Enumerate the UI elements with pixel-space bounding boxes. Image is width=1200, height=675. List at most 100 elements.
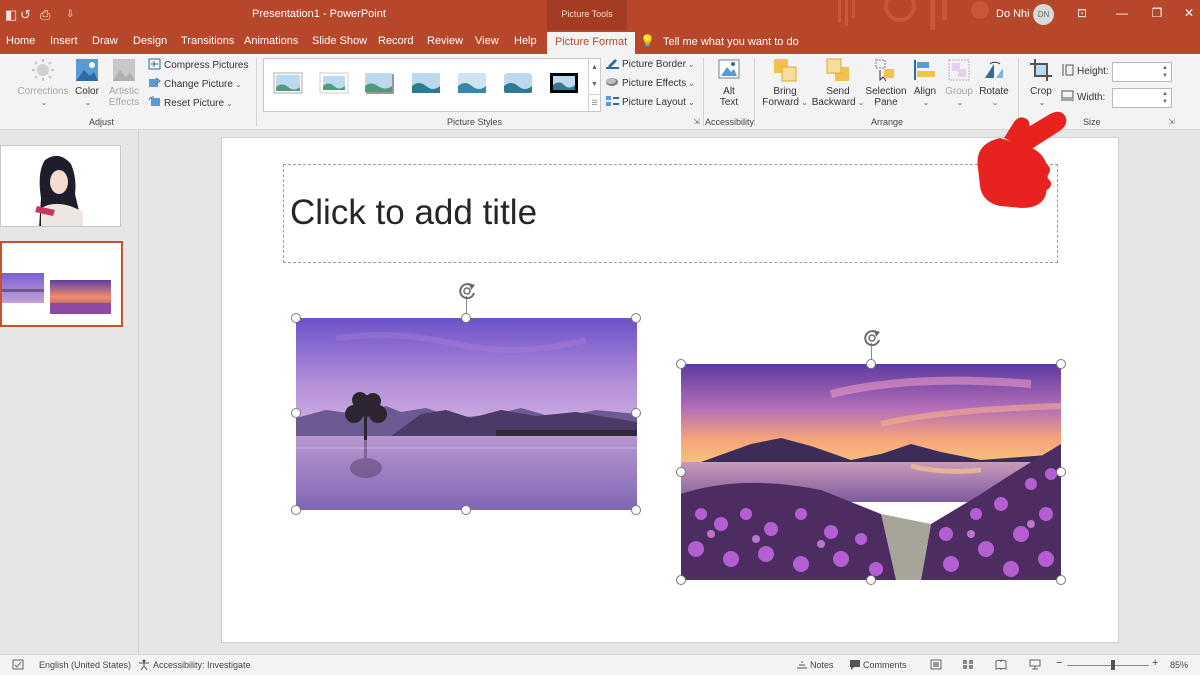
style-plain[interactable] <box>411 70 441 96</box>
compress-pictures-button[interactable]: Compress Pictures <box>148 58 248 74</box>
style-rounded[interactable] <box>503 70 533 96</box>
style-shadow[interactable] <box>364 70 394 96</box>
artistic-effects-button[interactable]: Artistic Effects <box>104 58 144 108</box>
resize-handle-top-left[interactable] <box>291 313 301 323</box>
reading-view-icon[interactable] <box>995 659 1007 670</box>
reset-picture-button[interactable]: Reset Picture ⌄ <box>148 96 233 112</box>
resize-handle-top-right[interactable] <box>631 313 641 323</box>
close-icon[interactable]: ✕ <box>1182 6 1196 20</box>
resize-handle-top-right[interactable] <box>1056 359 1066 369</box>
picture-sunset-flowers[interactable] <box>681 364 1061 580</box>
tab-record[interactable]: Record <box>378 30 413 54</box>
zoom-in-icon[interactable]: + <box>1152 657 1158 669</box>
slide-sorter-icon[interactable] <box>962 659 974 670</box>
ribbon-display-icon[interactable]: ⊡ <box>1075 6 1089 20</box>
accessibility-icon[interactable] <box>138 659 150 670</box>
style-soft-edge[interactable] <box>319 70 349 96</box>
rotate-handle-icon[interactable] <box>861 327 883 349</box>
bring-forward-button[interactable]: Bring Forward ⌄ <box>760 58 810 108</box>
resize-handle-right[interactable] <box>631 408 641 418</box>
group-button[interactable]: Group ⌄ <box>943 58 975 108</box>
tab-slide-show[interactable]: Slide Show <box>312 30 367 54</box>
rotate-handle-icon[interactable] <box>456 280 478 302</box>
zoom-level[interactable]: 85% <box>1170 659 1188 671</box>
gallery-down-icon[interactable]: ▼ <box>588 76 600 93</box>
zoom-slider-thumb[interactable] <box>1110 660 1115 670</box>
alt-text-button[interactable]: Alt Text <box>713 58 745 108</box>
redo-icon[interactable]: ⎙ <box>40 7 50 23</box>
comments-button[interactable]: Comments <box>863 659 907 671</box>
color-button[interactable]: Color ⌄ <box>72 58 102 108</box>
accessibility-status[interactable]: Accessibility: Investigate <box>153 659 251 671</box>
picture-styles-gallery[interactable]: ▲ ▼ ☰ <box>263 58 601 112</box>
slide-thumbnail-2[interactable] <box>0 241 123 327</box>
tell-me-search[interactable]: 💡 Tell me what you want to do <box>640 30 799 54</box>
tab-insert[interactable]: Insert <box>50 30 78 54</box>
slide-show-icon[interactable] <box>1029 659 1041 670</box>
resize-handle-bottom-left[interactable] <box>676 575 686 585</box>
picture-lake-tree[interactable] <box>296 318 637 510</box>
undo-icon[interactable]: ↺ <box>20 7 31 23</box>
resize-handle-right[interactable] <box>1056 467 1066 477</box>
tab-animations[interactable]: Animations <box>244 30 298 54</box>
align-button[interactable]: Align ⌄ <box>910 58 940 108</box>
selection-pane-button[interactable]: Selection Pane <box>863 58 909 108</box>
title-placeholder-text[interactable]: Click to add title <box>290 193 537 233</box>
zoom-slider-track[interactable] <box>1067 665 1149 666</box>
picture-tools-header: Picture Tools <box>547 0 627 30</box>
change-picture-button[interactable]: Change Picture ⌄ <box>148 77 242 93</box>
resize-handle-bottom[interactable] <box>866 575 876 585</box>
picture-styles-launcher-icon[interactable]: ⇲ <box>693 117 700 126</box>
style-simple-frame[interactable] <box>273 70 303 96</box>
corrections-button[interactable]: Corrections ⌄ <box>16 58 70 108</box>
style-thick-black-frame[interactable] <box>549 70 579 96</box>
selection-pane-icon <box>875 59 894 82</box>
minimize-icon[interactable]: — <box>1115 6 1129 20</box>
height-input[interactable]: ▲ ▼ <box>1112 62 1172 82</box>
resize-handle-top-left[interactable] <box>676 359 686 369</box>
crop-button[interactable]: Crop ⌄ <box>1026 58 1056 108</box>
resize-handle-bottom[interactable] <box>461 505 471 515</box>
gallery-up-icon[interactable]: ▲ <box>588 59 600 76</box>
size-launcher-icon[interactable]: ⇲ <box>1168 117 1175 126</box>
autosave-icon[interactable]: ◧ <box>5 7 17 23</box>
slide-thumbnail-1[interactable] <box>0 145 121 227</box>
tab-draw[interactable]: Draw <box>92 30 118 54</box>
spelling-check-icon[interactable] <box>12 659 24 670</box>
notes-button[interactable]: Notes <box>810 659 834 671</box>
rotate-button[interactable]: Rotate ⌄ <box>977 58 1011 108</box>
picture-border-button[interactable]: Picture Border ⌄ <box>606 57 695 73</box>
tab-home[interactable]: Home <box>6 30 35 54</box>
height-spinner-icon[interactable]: ▲ ▼ <box>1162 64 1168 80</box>
picture-effects-button[interactable]: Picture Effects ⌄ <box>606 76 695 92</box>
tab-view[interactable]: View <box>475 30 499 54</box>
gallery-more-icon[interactable]: ☰ <box>588 94 600 111</box>
resize-handle-bottom-right[interactable] <box>631 505 641 515</box>
send-backward-label-1: Send <box>826 86 850 97</box>
user-avatar[interactable]: DN <box>1033 4 1054 25</box>
user-name[interactable]: Do Nhi <box>996 8 1030 20</box>
resize-handle-top[interactable] <box>866 359 876 369</box>
zoom-out-icon[interactable]: − <box>1056 657 1062 669</box>
girl-illustration-thumbnail <box>35 155 83 226</box>
resize-handle-left[interactable] <box>676 467 686 477</box>
tab-review[interactable]: Review <box>427 30 463 54</box>
tab-transitions[interactable]: Transitions <box>181 30 234 54</box>
resize-handle-left[interactable] <box>291 408 301 418</box>
resize-handle-bottom-left[interactable] <box>291 505 301 515</box>
tab-picture-format[interactable]: Picture Format <box>547 30 636 54</box>
resize-handle-top[interactable] <box>461 313 471 323</box>
width-input[interactable]: ▲ ▼ <box>1112 88 1172 108</box>
resize-handle-bottom-right[interactable] <box>1056 575 1066 585</box>
normal-view-icon[interactable] <box>930 659 942 670</box>
tab-design[interactable]: Design <box>133 30 167 54</box>
customize-qat-icon[interactable]: ⇩ <box>66 7 74 23</box>
restore-icon[interactable]: ❐ <box>1150 6 1164 20</box>
language-indicator[interactable]: English (United States) <box>39 659 131 671</box>
width-spinner-icon[interactable]: ▲ ▼ <box>1162 90 1168 106</box>
align-icon <box>914 60 935 80</box>
picture-layout-button[interactable]: Picture Layout ⌄ <box>606 95 695 111</box>
style-gradient[interactable] <box>457 70 487 96</box>
tab-help[interactable]: Help <box>514 30 537 54</box>
send-backward-button[interactable]: Send Backward ⌄ <box>810 58 866 108</box>
